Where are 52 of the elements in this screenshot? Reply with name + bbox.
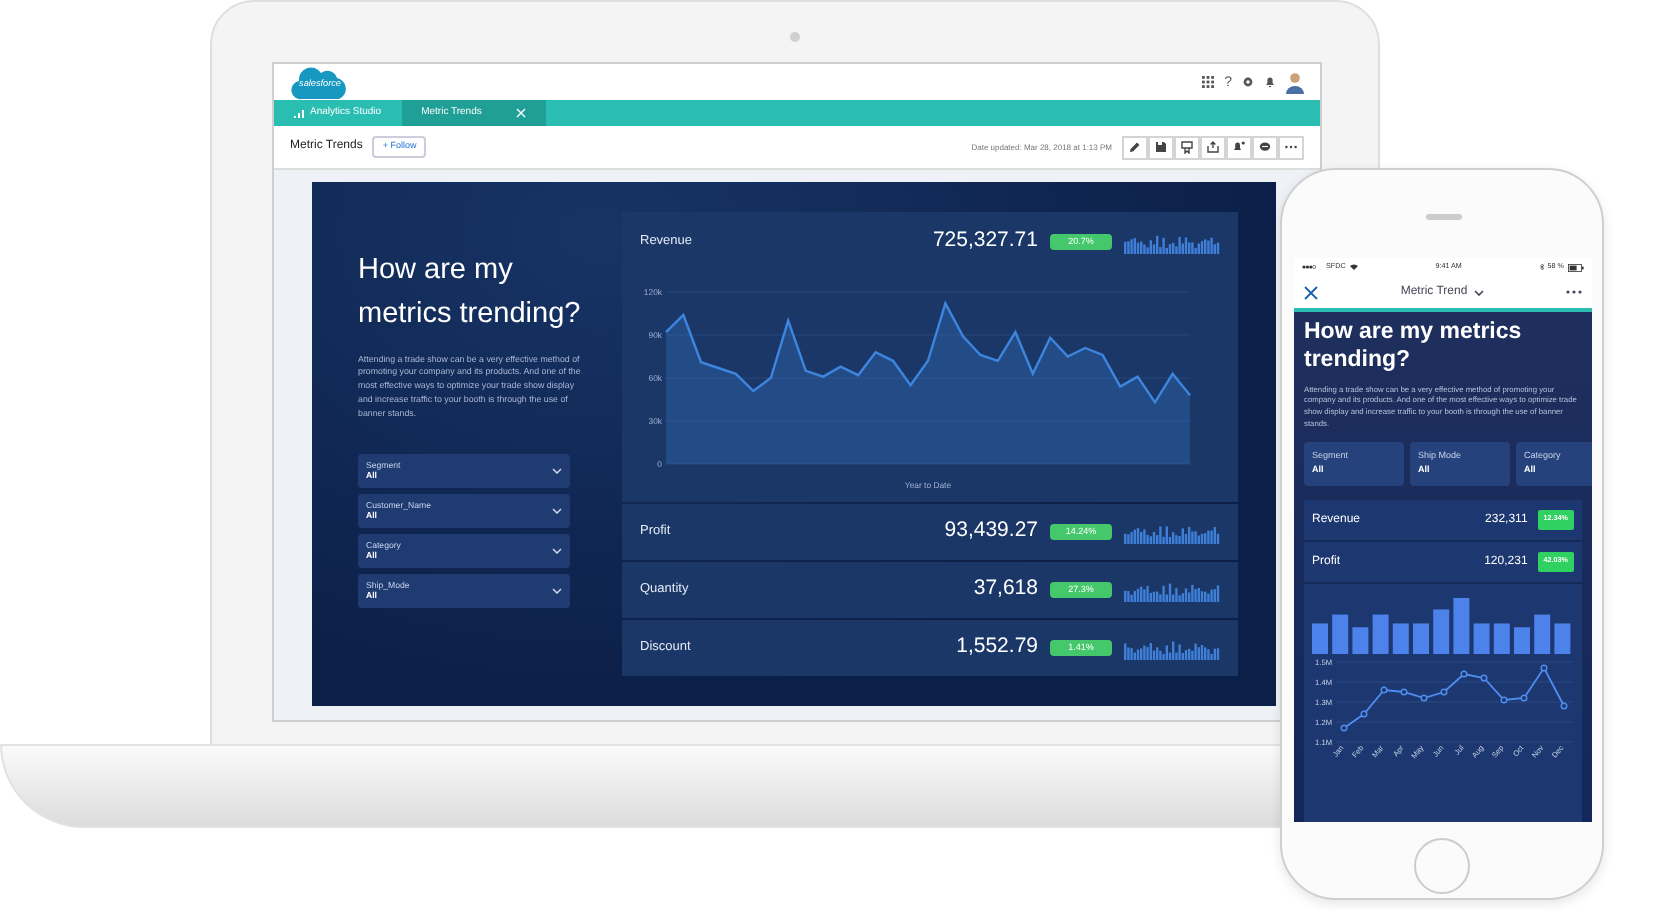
signal-icon <box>1302 264 1318 270</box>
settings-icon[interactable] <box>1242 76 1254 88</box>
metric-value: 93,439.27 <box>944 516 1038 547</box>
battery-icon <box>1568 263 1584 271</box>
toolbar-button[interactable] <box>1252 135 1278 159</box>
chevron-down-icon <box>552 587 562 594</box>
data-point <box>1500 696 1508 704</box>
app-grid-icon[interactable] <box>1202 76 1215 88</box>
sparkline-drawing <box>1124 231 1220 253</box>
toolbar-button[interactable] <box>1148 135 1174 159</box>
toolbar-button[interactable] <box>1226 135 1252 159</box>
data-point <box>1460 670 1468 678</box>
data-point <box>1560 702 1568 710</box>
chevron-down-icon <box>552 507 562 514</box>
data-point <box>1360 710 1368 718</box>
metric-value: 725,327.71 <box>932 226 1038 257</box>
logo-cloud-icon <box>290 65 350 99</box>
data-point <box>1400 688 1408 696</box>
dashboard-heading: How are my metrics trending? <box>358 252 583 334</box>
wifi-icon <box>1349 264 1358 270</box>
toolbar-button[interactable] <box>1200 135 1226 159</box>
bar-chart-icon <box>294 109 304 117</box>
dashboard-heading: How are my metrics trending? <box>1304 320 1524 376</box>
metric-value: 37,618 <box>973 574 1038 605</box>
camera-dot <box>790 32 800 42</box>
data-point <box>1440 688 1448 696</box>
data-point <box>1420 694 1428 702</box>
share-icon <box>1206 140 1220 154</box>
chevron-down-icon <box>1473 289 1484 295</box>
avatar-icon[interactable] <box>1286 71 1304 93</box>
sparkline-drawing <box>1124 521 1220 543</box>
sparkline-drawing <box>1124 579 1220 601</box>
chat-icon <box>1258 140 1272 154</box>
chevron-down-icon <box>552 547 562 554</box>
sparkline-drawing <box>1124 637 1220 659</box>
data-point <box>1340 724 1348 732</box>
toolbar-button[interactable] <box>1122 135 1148 159</box>
data-point <box>1380 686 1388 694</box>
speaker-slot <box>1426 214 1462 220</box>
bell-icon <box>1232 140 1246 154</box>
more-icon <box>1284 140 1298 154</box>
data-point <box>1520 694 1528 702</box>
metric-value: 1,552.79 <box>956 632 1038 663</box>
pencil-icon <box>1128 140 1142 154</box>
chevron-down-icon <box>552 467 562 474</box>
bell-icon[interactable] <box>1264 76 1276 88</box>
close-icon[interactable] <box>1304 285 1318 299</box>
data-point <box>1480 674 1488 682</box>
frame-icon <box>1180 140 1194 154</box>
toolbar-button[interactable] <box>1174 135 1200 159</box>
bluetooth-icon <box>1539 264 1544 270</box>
data-point <box>1540 664 1548 672</box>
